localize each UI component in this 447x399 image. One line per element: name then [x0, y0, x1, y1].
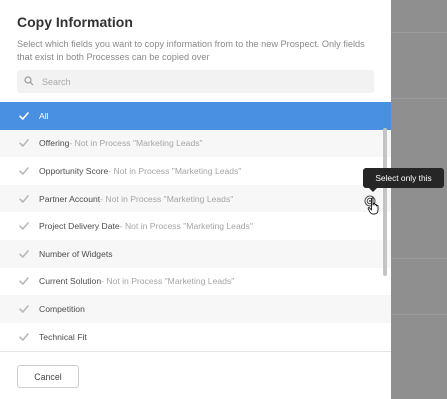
field-row[interactable]: Number of Widgets — [0, 239, 391, 268]
select-only-tooltip: Select only this — [363, 168, 444, 192]
search-box[interactable] — [17, 70, 374, 93]
background-divider — [391, 314, 447, 315]
field-label: Partner Account — [39, 193, 101, 204]
field-label: Offering — [39, 138, 70, 149]
checkmark-icon — [19, 138, 29, 148]
field-label: All — [39, 110, 49, 121]
checkmark-icon — [19, 304, 29, 314]
field-note: - Not in Process "Marketing Leads" — [108, 165, 242, 176]
field-row[interactable]: Partner Account - Not in Process "Market… — [0, 184, 391, 213]
footer-divider — [0, 351, 391, 352]
modal-title: Copy Information — [17, 14, 133, 30]
cancel-button[interactable]: Cancel — [17, 365, 79, 388]
background-divider — [391, 258, 447, 259]
field-label: Competition — [39, 303, 85, 314]
checkmark-icon — [19, 332, 29, 342]
checkmark-icon — [19, 111, 29, 121]
checkmark-icon — [19, 221, 29, 231]
checkmark-icon — [19, 276, 29, 286]
search-icon — [24, 73, 34, 91]
field-label: Opportunity Score — [39, 165, 109, 176]
field-label: Project Delivery Date — [39, 221, 120, 232]
search-input[interactable] — [42, 76, 342, 87]
field-note: - Not in Process "Marketing Leads" — [100, 193, 234, 204]
field-note: - Not in Process "Marketing Leads" — [69, 138, 203, 149]
checkmark-icon — [19, 249, 29, 259]
field-label: Current Solution — [39, 276, 102, 287]
list-scrollbar[interactable] — [383, 128, 387, 276]
field-label: Technical Fit — [39, 331, 87, 342]
field-note: - Not in Process "Marketing Leads" — [119, 221, 253, 232]
hand-cursor-icon — [367, 197, 381, 215]
copy-information-modal: Copy Information Select which fields you… — [0, 0, 391, 399]
field-row[interactable]: Project Delivery Date - Not in Process "… — [0, 212, 391, 240]
field-list: All Offering - Not in Process "Marketing … — [0, 102, 391, 350]
field-label: Number of Widgets — [39, 248, 113, 259]
checkmark-icon — [19, 194, 29, 204]
modal-description: Select which fields you want to copy inf… — [17, 39, 365, 62]
field-row[interactable]: Technical Fit — [0, 323, 391, 350]
checkmark-icon — [19, 166, 29, 176]
field-note: - Not in Process "Marketing Leads" — [101, 276, 235, 287]
background-divider — [391, 32, 447, 33]
field-row[interactable]: Offering - Not in Process "Marketing Lea… — [0, 129, 391, 158]
field-row[interactable]: Competition — [0, 295, 391, 323]
field-row[interactable]: Opportunity Score - Not in Process "Mark… — [0, 157, 391, 185]
field-row[interactable]: Current Solution - Not in Process "Marke… — [0, 268, 391, 296]
background-divider — [391, 98, 447, 99]
field-row[interactable]: All — [0, 102, 391, 130]
